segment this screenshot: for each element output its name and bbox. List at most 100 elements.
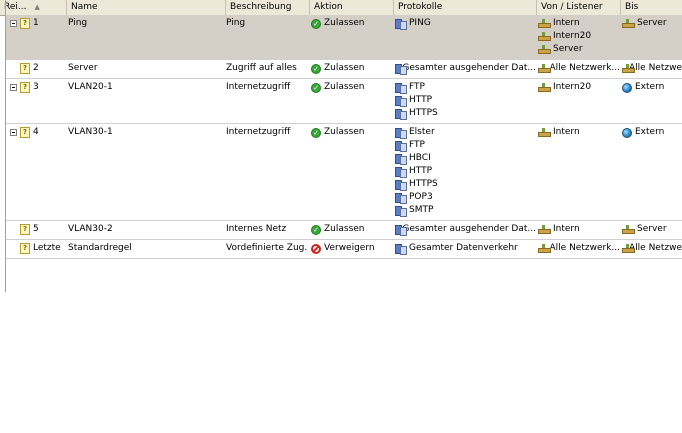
rules-grid: Rei... ▲ Name Beschreibung Aktion Protoko… bbox=[0, 0, 682, 292]
rule-name-entry: VLAN20-1 bbox=[68, 81, 223, 94]
protocol-icon bbox=[395, 243, 407, 255]
allow-check-icon: ✓ bbox=[311, 127, 321, 138]
protocol-icon bbox=[395, 205, 407, 217]
column-header-order[interactable]: Rei... ▲ bbox=[0, 0, 67, 15]
rule-from-text: Intern bbox=[553, 18, 580, 28]
rule-description-entry: Ping bbox=[226, 17, 308, 30]
allow-check-icon: ✓ bbox=[311, 224, 321, 235]
rule-icon: ? bbox=[20, 82, 30, 93]
rule-name-text: Server bbox=[68, 63, 98, 73]
rule-icon: ? bbox=[20, 63, 30, 74]
rule-action-text: Verweigern bbox=[324, 243, 375, 253]
rule-from-cell: Alle Netzwerk... bbox=[538, 62, 620, 75]
deny-icon bbox=[311, 243, 321, 254]
rule-description-cell: Vordefinierte Zug... bbox=[226, 242, 308, 255]
rule-protocol-text: FTP bbox=[409, 82, 425, 92]
rule-name-text: VLAN30-2 bbox=[68, 224, 113, 234]
rule-action-text: Zulassen bbox=[324, 63, 365, 73]
rule-to-cell: Alle Netzwe bbox=[622, 62, 682, 75]
rule-protocol-text: HBCI bbox=[409, 153, 431, 163]
network-icon bbox=[622, 64, 636, 73]
rule-protocol-entry: PING bbox=[395, 17, 536, 30]
rule-name-cell: Server bbox=[68, 62, 223, 75]
rule-action-cell: ✓ Zulassen bbox=[311, 126, 393, 139]
rule-order-text: 1 bbox=[33, 18, 39, 28]
rule-icon: ? bbox=[20, 243, 30, 254]
network-icon bbox=[538, 83, 551, 92]
rule-name-text: Ping bbox=[68, 18, 88, 28]
rule-row[interactable]: ? 1 Ping Ping ✓ Zulassen PING Intern Intern20 Ser… bbox=[6, 15, 682, 60]
rule-action-text: Zulassen bbox=[324, 224, 365, 234]
protocol-icon bbox=[395, 224, 409, 236]
column-header-from[interactable]: Von / Listener bbox=[537, 0, 621, 15]
network-icon bbox=[538, 32, 551, 41]
rule-description-text: Vordefinierte Zug... bbox=[226, 243, 308, 253]
rule-from-entry: Intern20 bbox=[538, 81, 620, 94]
rule-action-text: Zulassen bbox=[324, 127, 365, 137]
collapse-toggle-icon[interactable] bbox=[10, 84, 17, 91]
rule-protocol-text: Elster bbox=[409, 127, 435, 137]
rule-row[interactable]: ? 3 VLAN20-1 Internetzugriff ✓ Zulassen FTP HTT… bbox=[6, 79, 682, 124]
rule-order-cell: 3 bbox=[33, 81, 68, 94]
rule-from-entry: Intern20 bbox=[538, 30, 620, 43]
allow-check-icon: ✓ bbox=[311, 82, 321, 93]
rule-protocol-text: HTTPS bbox=[409, 179, 438, 189]
rule-protocol-cell: FTP HTTP HTTPS bbox=[395, 81, 536, 120]
rule-action-cell: ✓ Zulassen bbox=[311, 17, 393, 30]
rule-icon: ? bbox=[20, 224, 30, 235]
rule-from-text: Server bbox=[553, 44, 583, 54]
rule-description-cell: Internetzugriff bbox=[226, 126, 308, 139]
rule-from-text: Intern20 bbox=[553, 82, 592, 92]
rule-protocol-text: Gesamter ausgehender Dat... bbox=[402, 63, 536, 73]
rule-order-cell: 4 bbox=[33, 126, 68, 139]
rule-protocol-text: SMTP bbox=[409, 205, 434, 215]
rule-name-entry: Ping bbox=[68, 17, 223, 30]
rule-to-entry: Alle Netzwe bbox=[622, 242, 682, 255]
rule-from-entry: Intern bbox=[538, 126, 620, 139]
rule-name-entry: Server bbox=[68, 62, 223, 75]
rule-description-entry: Zugriff auf alles bbox=[226, 62, 308, 75]
rule-row[interactable]: ? 2 Server Zugriff auf alles ✓ Zulassen Gesamt… bbox=[6, 60, 682, 79]
rule-to-cell: Extern bbox=[622, 126, 682, 139]
column-header-protocols[interactable]: Protokolle bbox=[394, 0, 537, 15]
rule-from-cell: Alle Netzwerk... bbox=[538, 242, 620, 255]
rule-protocol-cell: Elster FTP HBCI HTTP HTTPS POP3 SMTP bbox=[395, 126, 536, 217]
rule-protocol-text: PING bbox=[409, 18, 431, 28]
rule-protocol-entry: FTP bbox=[395, 81, 536, 94]
globe-icon bbox=[622, 82, 632, 93]
network-icon bbox=[538, 19, 551, 28]
rule-name-cell: VLAN30-1 bbox=[68, 126, 223, 139]
rule-description-text: Internetzugriff bbox=[226, 127, 291, 137]
collapse-toggle-icon[interactable] bbox=[10, 129, 17, 136]
rule-from-text: Intern20 bbox=[553, 31, 592, 41]
network-icon bbox=[622, 225, 635, 234]
allow-check-icon: ✓ bbox=[311, 63, 321, 74]
sort-ascending-icon: ▲ bbox=[34, 3, 40, 11]
rule-row[interactable]: ? 5 VLAN30-2 Internes Netz ✓ Zulassen Gesamter… bbox=[6, 221, 682, 240]
rule-to-cell: Extern bbox=[622, 81, 682, 94]
rule-protocol-entry: HBCI bbox=[395, 152, 536, 165]
column-header-to[interactable]: Bis bbox=[621, 0, 682, 15]
rule-protocol-cell: Gesamter Datenverkehr bbox=[395, 242, 536, 255]
rule-from-entry: Alle Netzwerk... bbox=[538, 62, 620, 75]
rule-order-text: 5 bbox=[33, 224, 39, 234]
column-header: Rei... ▲ Name Beschreibung Aktion Protoko… bbox=[0, 0, 682, 16]
column-header-description[interactable]: Beschreibung bbox=[226, 0, 310, 15]
rule-protocol-entry: POP3 bbox=[395, 191, 536, 204]
rule-row[interactable]: ? 4 VLAN30-1 Internetzugriff ✓ Zulassen Elster… bbox=[6, 124, 682, 221]
network-icon bbox=[538, 225, 551, 234]
protocol-icon bbox=[395, 95, 407, 107]
rule-name-cell: Ping bbox=[68, 17, 223, 30]
rule-action-entry: ✓ Zulassen bbox=[311, 223, 393, 236]
rule-protocol-entry: Gesamter Datenverkehr bbox=[395, 242, 536, 255]
column-header-name[interactable]: Name bbox=[67, 0, 226, 15]
rule-action-cell: Verweigern bbox=[311, 242, 393, 255]
rule-row[interactable]: ? Letzte Standardregel Vordefinierte Zug...… bbox=[6, 240, 682, 259]
rule-description-text: Zugriff auf alles bbox=[226, 63, 297, 73]
rule-action-entry: ✓ Zulassen bbox=[311, 17, 393, 30]
rule-from-text: Alle Netzwerk... bbox=[549, 243, 620, 253]
collapse-toggle-icon[interactable] bbox=[10, 20, 17, 27]
column-header-action[interactable]: Aktion bbox=[310, 0, 394, 15]
rule-from-cell: Intern Intern20 Server bbox=[538, 17, 620, 56]
rule-from-cell: Intern bbox=[538, 223, 620, 236]
